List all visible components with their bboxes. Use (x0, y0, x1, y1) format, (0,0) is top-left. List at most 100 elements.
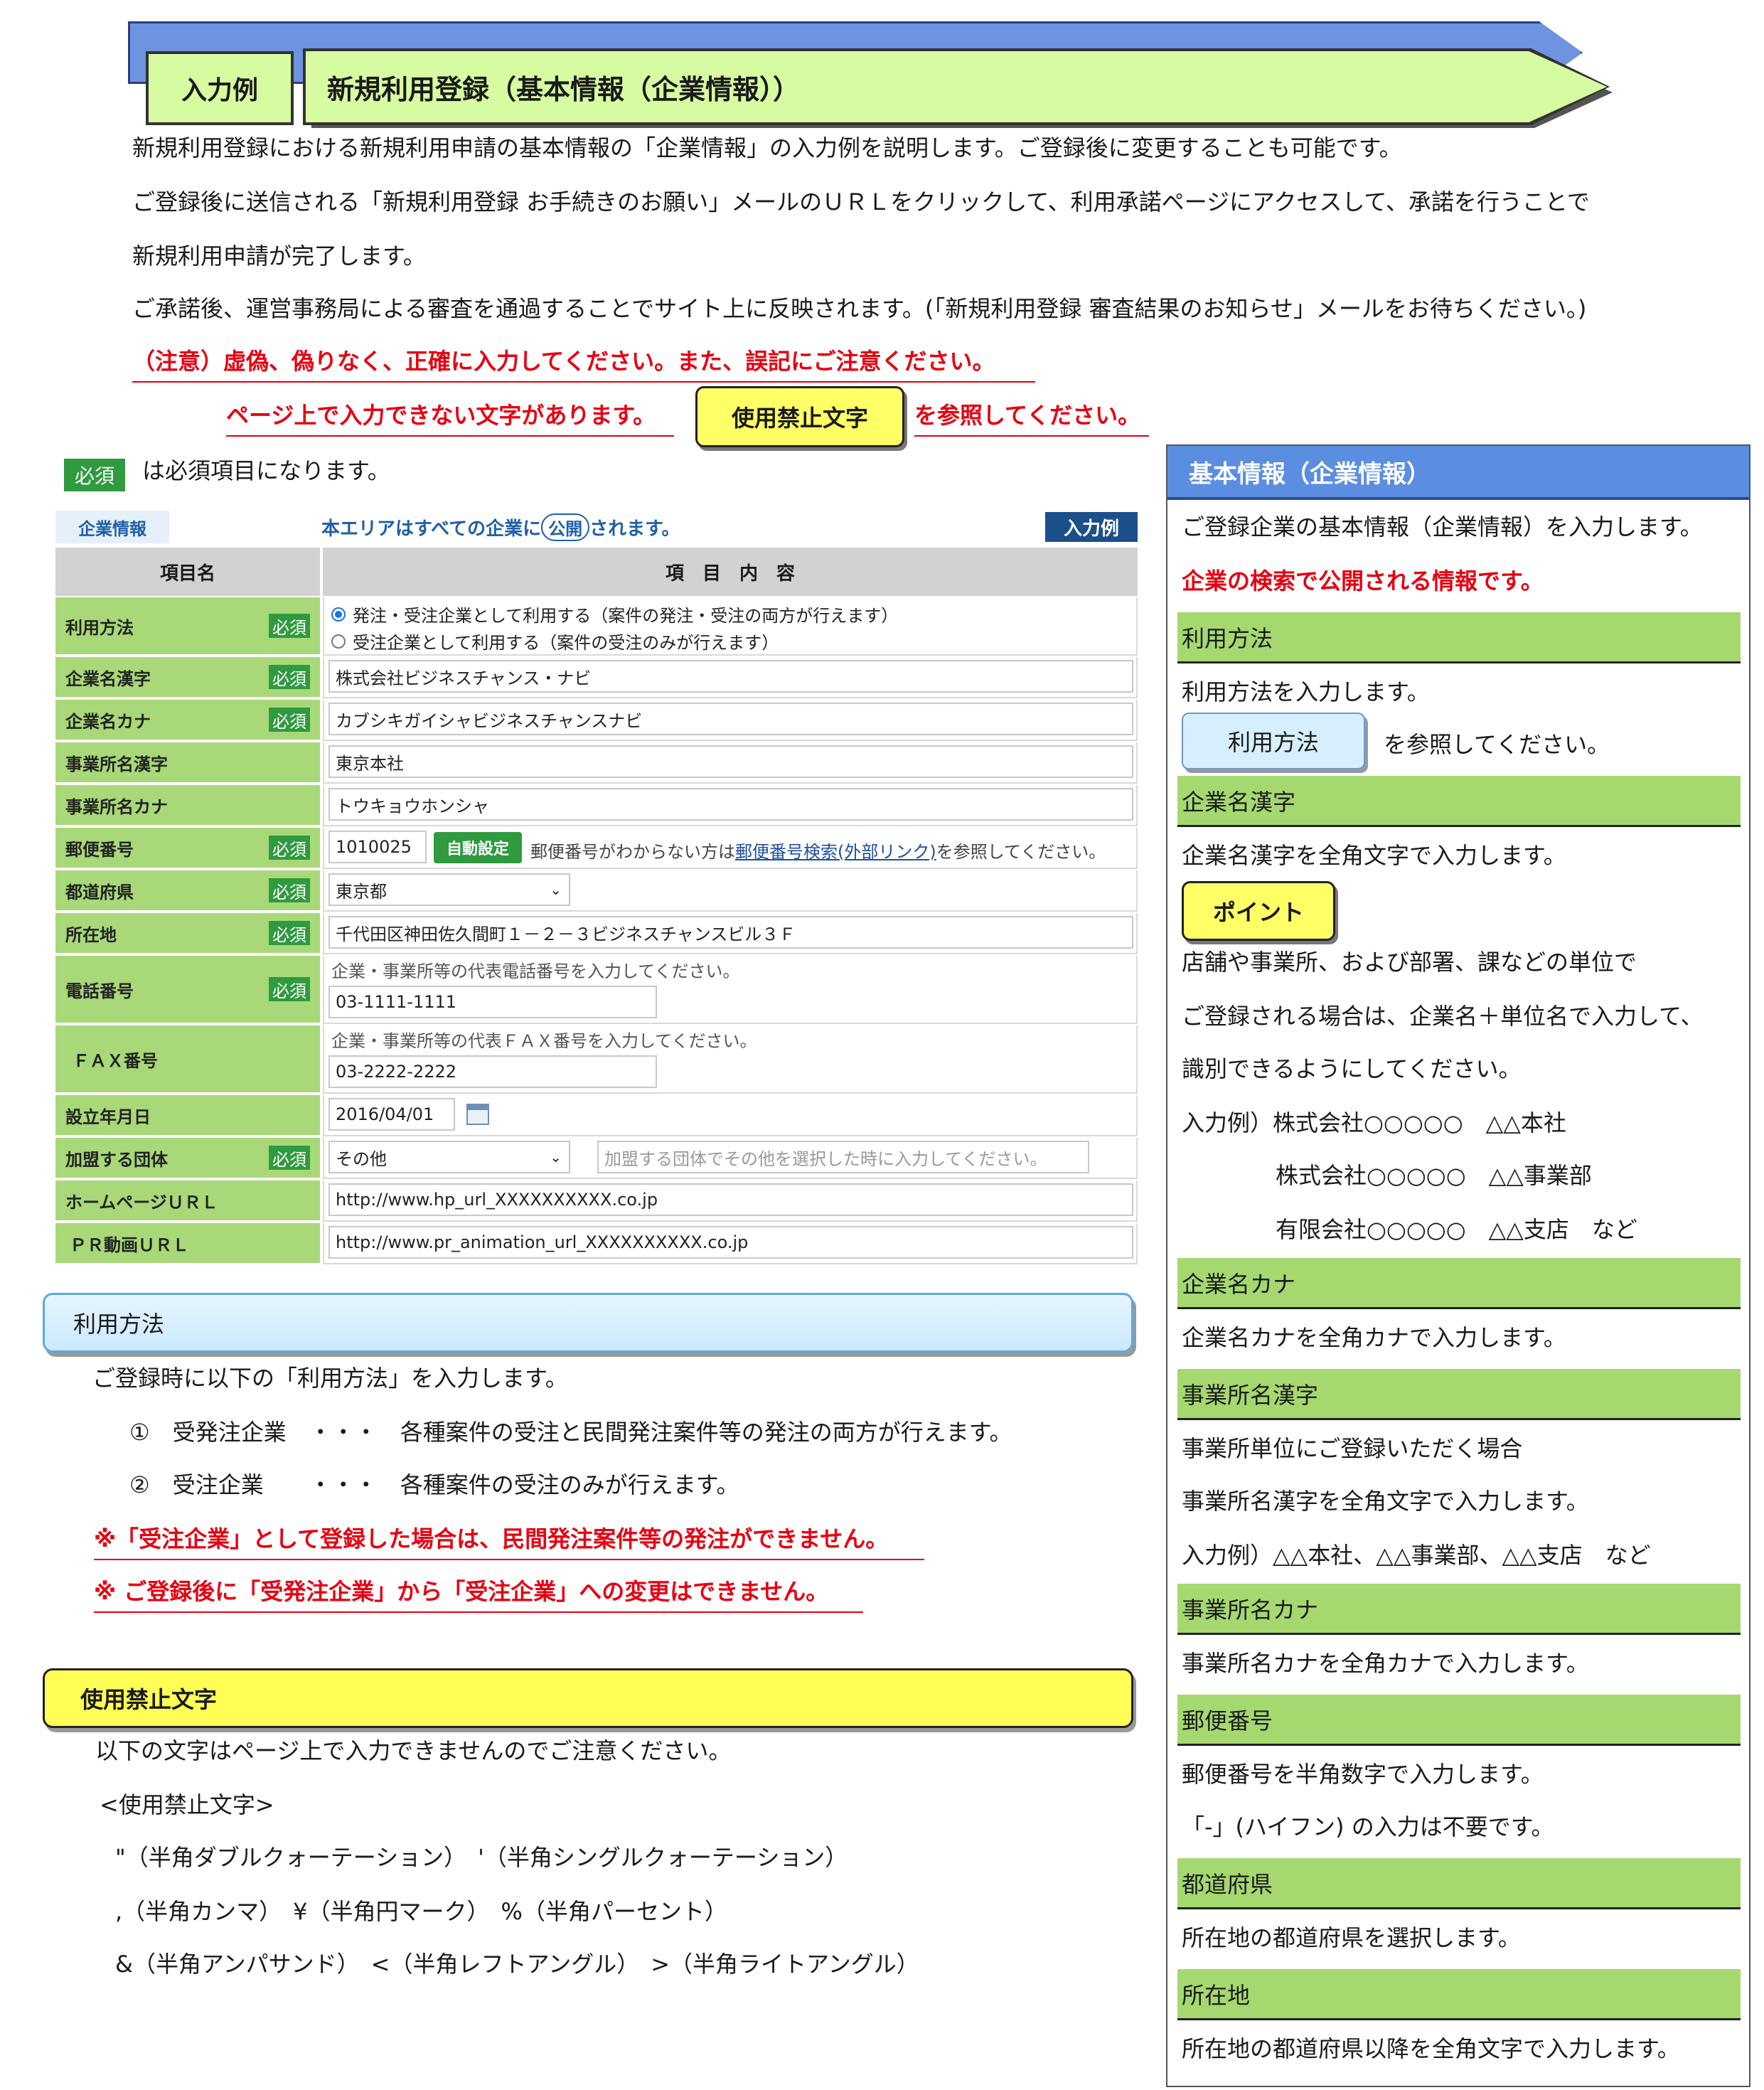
rp-office-kanji-t2: 事業所名漢字を全角文字で入力します。 (1182, 1488, 1589, 1515)
warning-banned-chars-post: を参照してください。 (914, 401, 1149, 437)
rp-intro-red: 企業の検索で公開される情報です。 (1182, 567, 1544, 595)
rp-section-address: 所在地 (1177, 1969, 1741, 2020)
banned-chars-line-3: &（半角アンパサンド） <（半角レフトアングル） >（半角ライトアングル） (115, 1951, 919, 1978)
required-badge: 必須 (269, 878, 310, 902)
rp-section-prefecture: 都道府県 (1177, 1858, 1741, 1909)
required-badge: 必須 (269, 921, 310, 945)
example-button[interactable]: 入力例 (1045, 512, 1138, 542)
address-input[interactable]: 千代田区神田佐久間町１－２－３ビジネスチャンスビル３Ｆ (328, 916, 1133, 949)
row-homepage-url: ホームページＵＲＬ http://www.hp_url_XXXXXXXXXX.c… (55, 1180, 1138, 1222)
tab-company-info[interactable]: 企業情報 (55, 511, 169, 543)
label-office-name-kana: 事業所名カナ (55, 785, 320, 826)
required-badge: 必須 (64, 459, 125, 491)
rp-company-kanji-ex2: 株式会社○○○○○ △△事業部 (1276, 1162, 1592, 1189)
rp-office-kanji-t1: 事業所単位にご登録いただく場合 (1182, 1435, 1523, 1462)
label-address: 所在地 必須 (55, 913, 320, 954)
required-badge: 必須 (269, 1146, 310, 1170)
column-item-name: 項目名 (55, 548, 320, 596)
chevron-down-icon: ⌄ (550, 1148, 562, 1166)
header-title-banner: 新規利用登録（基本情報（企業情報）） (303, 48, 1613, 128)
usage-warning-2: ※ ご登録後に「受発注企業」から「受注企業」への変更はできません。 (94, 1577, 863, 1613)
label-founded-date: 設立年月日 (55, 1095, 320, 1136)
label-fax: ＦＡＸ番号 (55, 1025, 320, 1094)
rp-section-usage: 利用方法 (1177, 612, 1741, 663)
founded-date-input[interactable]: 2016/04/01 (328, 1098, 455, 1131)
banned-chars-line-1: "（半角ダブルクォーテーション） '（半角シングルクォーテーション） (115, 1844, 848, 1871)
header-example-tag: 入力例 (146, 51, 294, 125)
intro-line-1: 新規利用登録における新規利用申請の基本情報の「企業情報」の入力例を説明します。ご… (132, 134, 1402, 161)
label-company-name-kana: 企業名カナ 必須 (55, 700, 320, 741)
usage-item-1: ① 受発注企業 ・・・ 各種案件の受注と民間発注案件等の発注の両方が行えます。 (129, 1419, 1012, 1446)
radio-unselected-icon[interactable] (331, 634, 346, 649)
rp-company-kana-text: 企業名カナを全角カナで入力します。 (1182, 1324, 1566, 1351)
pr-video-url-input[interactable]: http://www.pr_animation_url_XXXXXXXXXX.c… (328, 1226, 1133, 1259)
usage-section-title: 利用方法 (43, 1293, 1133, 1353)
intro-line-3: 新規利用申請が完了します。 (132, 242, 426, 270)
rp-address-text: 所在地の都道府県以降を全角文字で入力します。 (1182, 2035, 1680, 2062)
office-name-kanji-input[interactable]: 東京本社 (328, 745, 1133, 778)
rp-usage-button[interactable]: 利用方法 (1182, 713, 1365, 769)
postal-search-link[interactable]: 郵便番号検索(外部リンク) (735, 842, 936, 862)
public-badge: 公開 (541, 513, 590, 541)
usage-option-2[interactable]: 受注企業として利用する（案件の受注のみが行えます） (331, 629, 779, 654)
banned-chars-button[interactable]: 使用禁止文字 (695, 386, 904, 447)
rp-office-kana-text: 事業所名カナを全角カナで入力します。 (1182, 1650, 1589, 1677)
radio-selected-icon[interactable] (331, 607, 346, 622)
required-note: は必須項目になります。 (142, 457, 390, 484)
rp-point-badge: ポイント (1182, 881, 1335, 941)
row-usage: 利用方法 必須 発注・受注企業として利用する（案件の発注・受注の両方が行えます） … (55, 597, 1138, 656)
phone-input[interactable]: 03-1111-1111 (328, 986, 657, 1018)
fax-input[interactable]: 03-2222-2222 (328, 1055, 657, 1088)
row-member-group: 加盟する団体 必須 その他 ⌄ 加盟する団体でその他を選択した時に入力してください。 (55, 1138, 1138, 1179)
right-panel-title: 基本情報（企業情報） (1167, 446, 1749, 500)
label-usage: 利用方法 必須 (55, 597, 320, 656)
rp-usage-text: 利用方法を入力します。 (1182, 678, 1430, 705)
banned-chars-intro: 以下の文字はページ上で入力できませんのでご注意ください。 (95, 1737, 732, 1764)
intro-line-4: ご承諾後、運営事務局による審査を通過することでサイト上に反映されます。(「新規利… (132, 295, 1587, 322)
required-badge: 必須 (269, 708, 310, 732)
label-homepage-url: ホームページＵＲＬ (55, 1180, 320, 1222)
office-name-kana-input[interactable]: トウキョウホンシャ (328, 788, 1133, 821)
label-pr-video-url: ＰＲ動画ＵＲＬ (55, 1223, 320, 1264)
banned-chars-heading: <使用禁止文字> (100, 1791, 274, 1818)
company-name-kanji-input[interactable]: 株式会社ビジネスチャンス・ナビ (328, 660, 1133, 693)
member-group-other-input[interactable]: 加盟する団体でその他を選択した時に入力してください。 (597, 1141, 1089, 1173)
company-name-kana-input[interactable]: カブシキガイシャビジネスチャンスナビ (328, 703, 1133, 735)
usage-options: 発注・受注企業として利用する（案件の発注・受注の両方が行えます） 受注企業として… (323, 597, 1138, 656)
form-column-header: 項目名 項 目 内 容 (55, 548, 1138, 596)
warning-banned-chars-pre: ページ上で入力できない文字があります。 (226, 401, 674, 437)
label-company-name-kanji: 企業名漢字 必須 (55, 657, 320, 698)
auto-fill-button[interactable]: 自動設定 (434, 832, 522, 863)
row-office-name-kana: 事業所名カナ トウキョウホンシャ (55, 785, 1138, 826)
row-prefecture: 都道府県 必須 東京都 ⌄ (55, 870, 1138, 912)
postal-code-input[interactable]: 1010025 (328, 831, 427, 863)
prefecture-select[interactable]: 東京都 ⌄ (328, 873, 570, 906)
row-company-name-kana: 企業名カナ 必須 カブシキガイシャビジネスチャンスナビ (55, 700, 1138, 741)
rp-section-company-kanji: 企業名漢字 (1177, 776, 1741, 827)
row-postal-code: 郵便番号 必須 1010025 自動設定 郵便番号がわからない方は郵便番号検索(外… (55, 828, 1138, 869)
calendar-icon[interactable] (466, 1104, 489, 1125)
public-note: 本エリアはすべての企業に 公開 されます。 (321, 513, 680, 541)
rp-section-postal: 郵便番号 (1177, 1695, 1741, 1746)
rp-postal-t2: 「-」(ハイフン) の入力は不要です。 (1182, 1813, 1554, 1840)
usage-warning-1: ※「受注企業」として登録した場合は、民間発注案件等の発注ができません。 (94, 1525, 924, 1560)
homepage-url-input[interactable]: http://www.hp_url_XXXXXXXXXX.co.jp (328, 1183, 1133, 1216)
member-group-select[interactable]: その他 ⌄ (328, 1141, 570, 1173)
rp-intro: ご登録企業の基本情報（企業情報）を入力します。 (1182, 513, 1703, 540)
usage-intro: ご登録時に以下の「利用方法」を入力します。 (92, 1365, 568, 1392)
row-address: 所在地 必須 千代田区神田佐久間町１－２－３ビジネスチャンスビル３Ｆ (55, 913, 1138, 954)
postal-help: 郵便番号がわからない方は郵便番号検索(外部リンク)を参照してください。 (530, 842, 1106, 862)
label-postal-code: 郵便番号 必須 (55, 828, 320, 869)
label-member-group: 加盟する団体 必須 (55, 1138, 320, 1179)
usage-option-1[interactable]: 発注・受注企業として利用する（案件の発注・受注の両方が行えます） (331, 602, 898, 627)
required-badge: 必須 (269, 977, 310, 1001)
banned-chars-section-title: 使用禁止文字 (43, 1668, 1133, 1728)
rp-company-kanji-ex3: 有限会社○○○○○ △△支店 など (1276, 1216, 1637, 1243)
warning-accuracy: （注意）虚偽、偽りなく、正確に入力してください。また、誤記にご注意ください。 (132, 347, 1035, 383)
rp-postal-t1: 郵便番号を半角数字で入力します。 (1182, 1761, 1544, 1788)
usage-item-2: ② 受注企業 ・・・ 各種案件の受注のみが行えます。 (129, 1471, 739, 1498)
rp-section-office-kanji: 事業所名漢字 (1177, 1369, 1741, 1420)
required-badge: 必須 (269, 614, 310, 638)
rp-company-kanji-ex1: 入力例）株式会社○○○○○ △△本社 (1182, 1109, 1566, 1136)
row-founded-date: 設立年月日 2016/04/01 (55, 1095, 1138, 1136)
